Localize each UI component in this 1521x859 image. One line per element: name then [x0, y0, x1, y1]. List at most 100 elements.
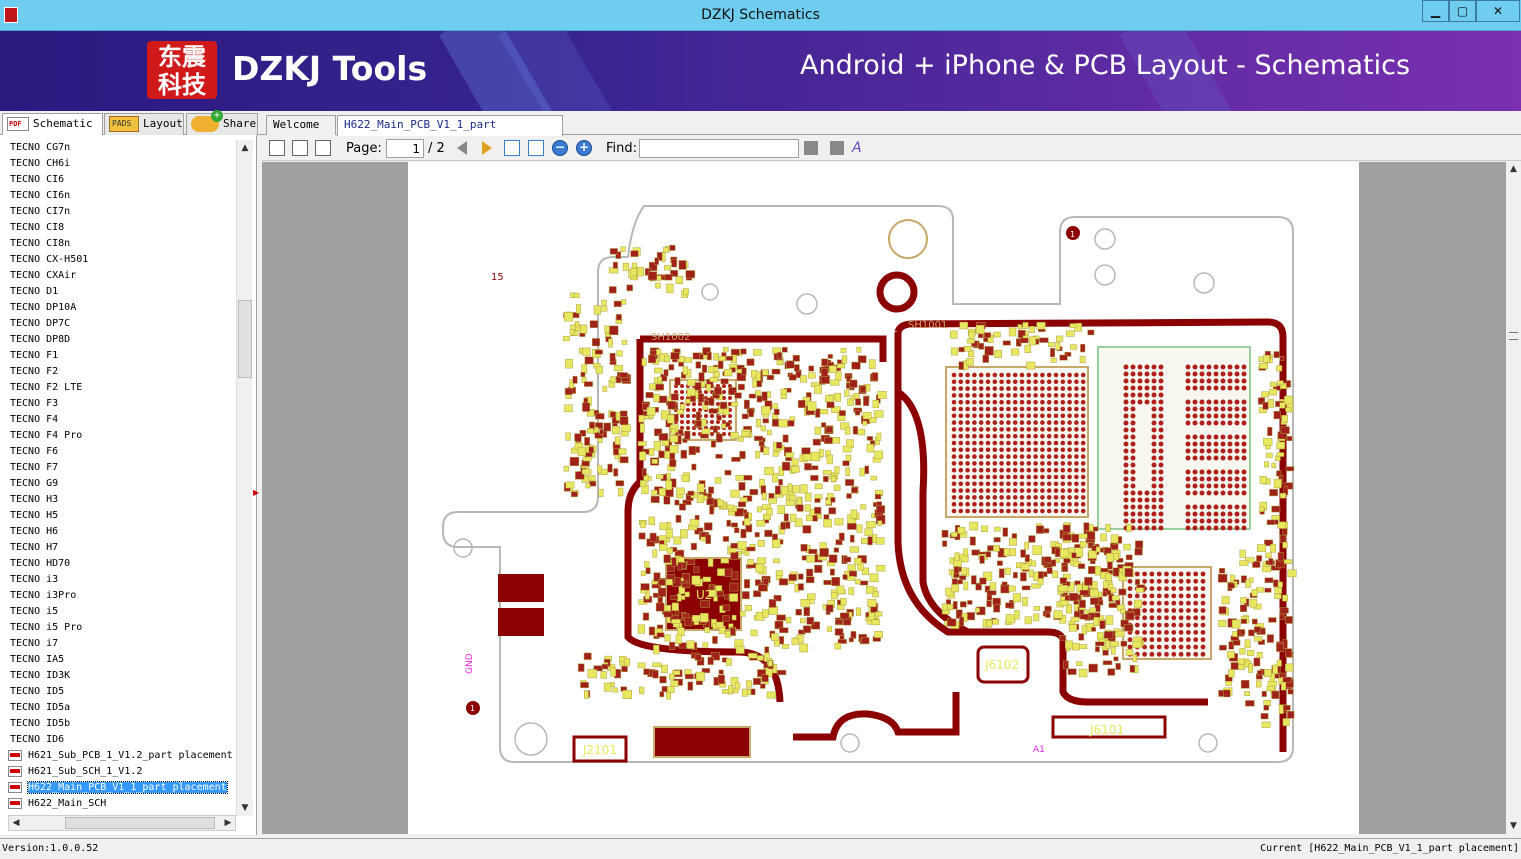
smd-component: [792, 354, 800, 362]
document-viewer[interactable]: 15 SH1002 SH1001 GND A1 J2101 J6101 J610…: [262, 162, 1506, 834]
find-input[interactable]: [639, 139, 799, 158]
file-list[interactable]: TECNO CG7n TECNO CH6i TECNO CI6 TECNO CI6n T…: [0, 140, 236, 813]
list-item[interactable]: TECNO G9: [0, 476, 236, 492]
scroll-up-icon[interactable]: ▲: [237, 140, 253, 156]
scroll-thumb[interactable]: [238, 300, 252, 378]
list-item[interactable]: TECNO i5: [0, 604, 236, 620]
tab-layout[interactable]: Layout: [104, 113, 184, 135]
fit-page-icon[interactable]: [528, 140, 544, 156]
smd-component: [864, 528, 873, 536]
list-item[interactable]: TECNO H3: [0, 492, 236, 508]
bga-pad: [1158, 497, 1164, 503]
list-item-pdf[interactable]: H621_Sub_PCB_1_V1.2_part placement: [0, 748, 236, 764]
bga-pad: [1046, 406, 1052, 412]
maximize-button[interactable]: ▢: [1449, 0, 1476, 22]
bga-pad: [1137, 399, 1143, 405]
next-page-icon[interactable]: [482, 141, 492, 155]
list-item[interactable]: TECNO CI6n: [0, 188, 236, 204]
list-item[interactable]: TECNO F1: [0, 348, 236, 364]
list-item[interactable]: TECNO F3: [0, 396, 236, 412]
zoom-in-icon[interactable]: +: [576, 140, 592, 156]
bga-pad: [1060, 454, 1066, 459]
list-item[interactable]: TECNO ID3K: [0, 668, 236, 684]
list-item[interactable]: TECNO D1: [0, 284, 236, 300]
smd-component: [845, 454, 852, 462]
list-item[interactable]: TECNO F2: [0, 364, 236, 380]
file-list-hscrollbar[interactable]: ◀ ▶: [8, 815, 236, 831]
list-item[interactable]: TECNO F4 Pro: [0, 428, 236, 444]
list-item[interactable]: TECNO i5 Pro: [0, 620, 236, 636]
smd-component: [856, 347, 862, 353]
doc-tab-h622[interactable]: H622_Main_PCB_V1_1_part placement×: [337, 115, 563, 149]
copy-document-icon[interactable]: [292, 140, 308, 156]
bga-pad: [1060, 379, 1066, 385]
find-next-icon[interactable]: [830, 141, 844, 155]
panel-splitter-icon[interactable]: ▶: [253, 488, 259, 500]
smd-component: [781, 644, 790, 649]
hscroll-thumb[interactable]: [65, 817, 215, 829]
list-item[interactable]: TECNO CX-H501: [0, 252, 236, 268]
duplicate-document-icon[interactable]: [315, 140, 331, 156]
viewer-vscrollbar[interactable]: ▲ ▼: [1506, 162, 1521, 834]
match-case-icon[interactable]: A: [852, 140, 868, 156]
viewer-scroll-up-icon[interactable]: ▲: [1506, 162, 1521, 177]
list-item[interactable]: TECNO DP7C: [0, 316, 236, 332]
list-item[interactable]: TECNO CG7n: [0, 140, 236, 156]
list-item[interactable]: TECNO DP8D: [0, 332, 236, 348]
zoom-out-icon[interactable]: −: [552, 140, 568, 156]
list-item[interactable]: TECNO HD70: [0, 556, 236, 572]
list-item[interactable]: TECNO H5: [0, 508, 236, 524]
bga-pad: [958, 508, 964, 514]
bga-pad: [958, 454, 964, 459]
list-item[interactable]: TECNO F6: [0, 444, 236, 460]
list-item[interactable]: TECNO ID5b: [0, 716, 236, 732]
file-list-vscrollbar[interactable]: ▲ ▼: [236, 140, 253, 816]
bga-pad: [951, 420, 957, 425]
list-item[interactable]: TECNO CH6i: [0, 156, 236, 172]
list-item[interactable]: TECNO CI7n: [0, 204, 236, 220]
bga-pad: [1074, 467, 1079, 473]
open-document-icon[interactable]: [269, 140, 285, 156]
tab-schematic[interactable]: Schematic: [2, 113, 103, 136]
previous-page-icon[interactable]: [457, 141, 467, 155]
list-item[interactable]: TECNO F4: [0, 412, 236, 428]
list-item[interactable]: TECNO CI8: [0, 220, 236, 236]
list-item[interactable]: TECNO CI6: [0, 172, 236, 188]
scroll-down-icon[interactable]: ▼: [237, 800, 253, 816]
list-item[interactable]: TECNO i7: [0, 636, 236, 652]
list-item[interactable]: TECNO F7: [0, 460, 236, 476]
smd-component: [704, 399, 709, 406]
list-item[interactable]: TECNO F2 LTE: [0, 380, 236, 396]
list-item[interactable]: TECNO H7: [0, 540, 236, 556]
scroll-left-icon[interactable]: ◀: [9, 816, 23, 830]
list-item[interactable]: TECNO DP10A: [0, 300, 236, 316]
smd-component: [690, 542, 697, 550]
list-item[interactable]: TECNO CI8n: [0, 236, 236, 252]
smd-component: [714, 386, 722, 395]
viewer-scroll-thumb[interactable]: [1509, 332, 1518, 340]
list-item[interactable]: TECNO CXAir: [0, 268, 236, 284]
fit-width-icon[interactable]: [504, 140, 520, 156]
smd-component: [565, 481, 575, 489]
bga-pad: [1151, 406, 1157, 412]
scroll-right-icon[interactable]: ▶: [221, 816, 235, 830]
list-item[interactable]: TECNO IA5: [0, 652, 236, 668]
list-item-pdf[interactable]: H622_Main_SCH: [0, 796, 236, 812]
list-item[interactable]: TECNO ID5: [0, 684, 236, 700]
list-item[interactable]: TECNO i3Pro: [0, 588, 236, 604]
close-button[interactable]: ✕: [1476, 0, 1520, 22]
find-previous-icon[interactable]: [804, 141, 818, 155]
bga-pad: [1040, 420, 1045, 425]
list-item[interactable]: TECNO H6: [0, 524, 236, 540]
page-number-input[interactable]: [386, 139, 424, 158]
tab-share[interactable]: Share: [186, 110, 258, 135]
doc-tab-welcome[interactable]: Welcome: [266, 115, 336, 135]
list-item[interactable]: TECNO ID6: [0, 732, 236, 748]
list-item-pdf[interactable]: H622_Main_PCB_V1_1_part placement: [0, 780, 236, 796]
list-item-pdf[interactable]: H621_Sub_SCH_1_V1.2: [0, 764, 236, 780]
bga-pad: [1060, 447, 1066, 453]
list-item[interactable]: TECNO ID5a: [0, 700, 236, 716]
list-item[interactable]: TECNO i3: [0, 572, 236, 588]
minimize-button[interactable]: ▁: [1422, 0, 1449, 22]
viewer-scroll-down-icon[interactable]: ▼: [1506, 819, 1521, 834]
